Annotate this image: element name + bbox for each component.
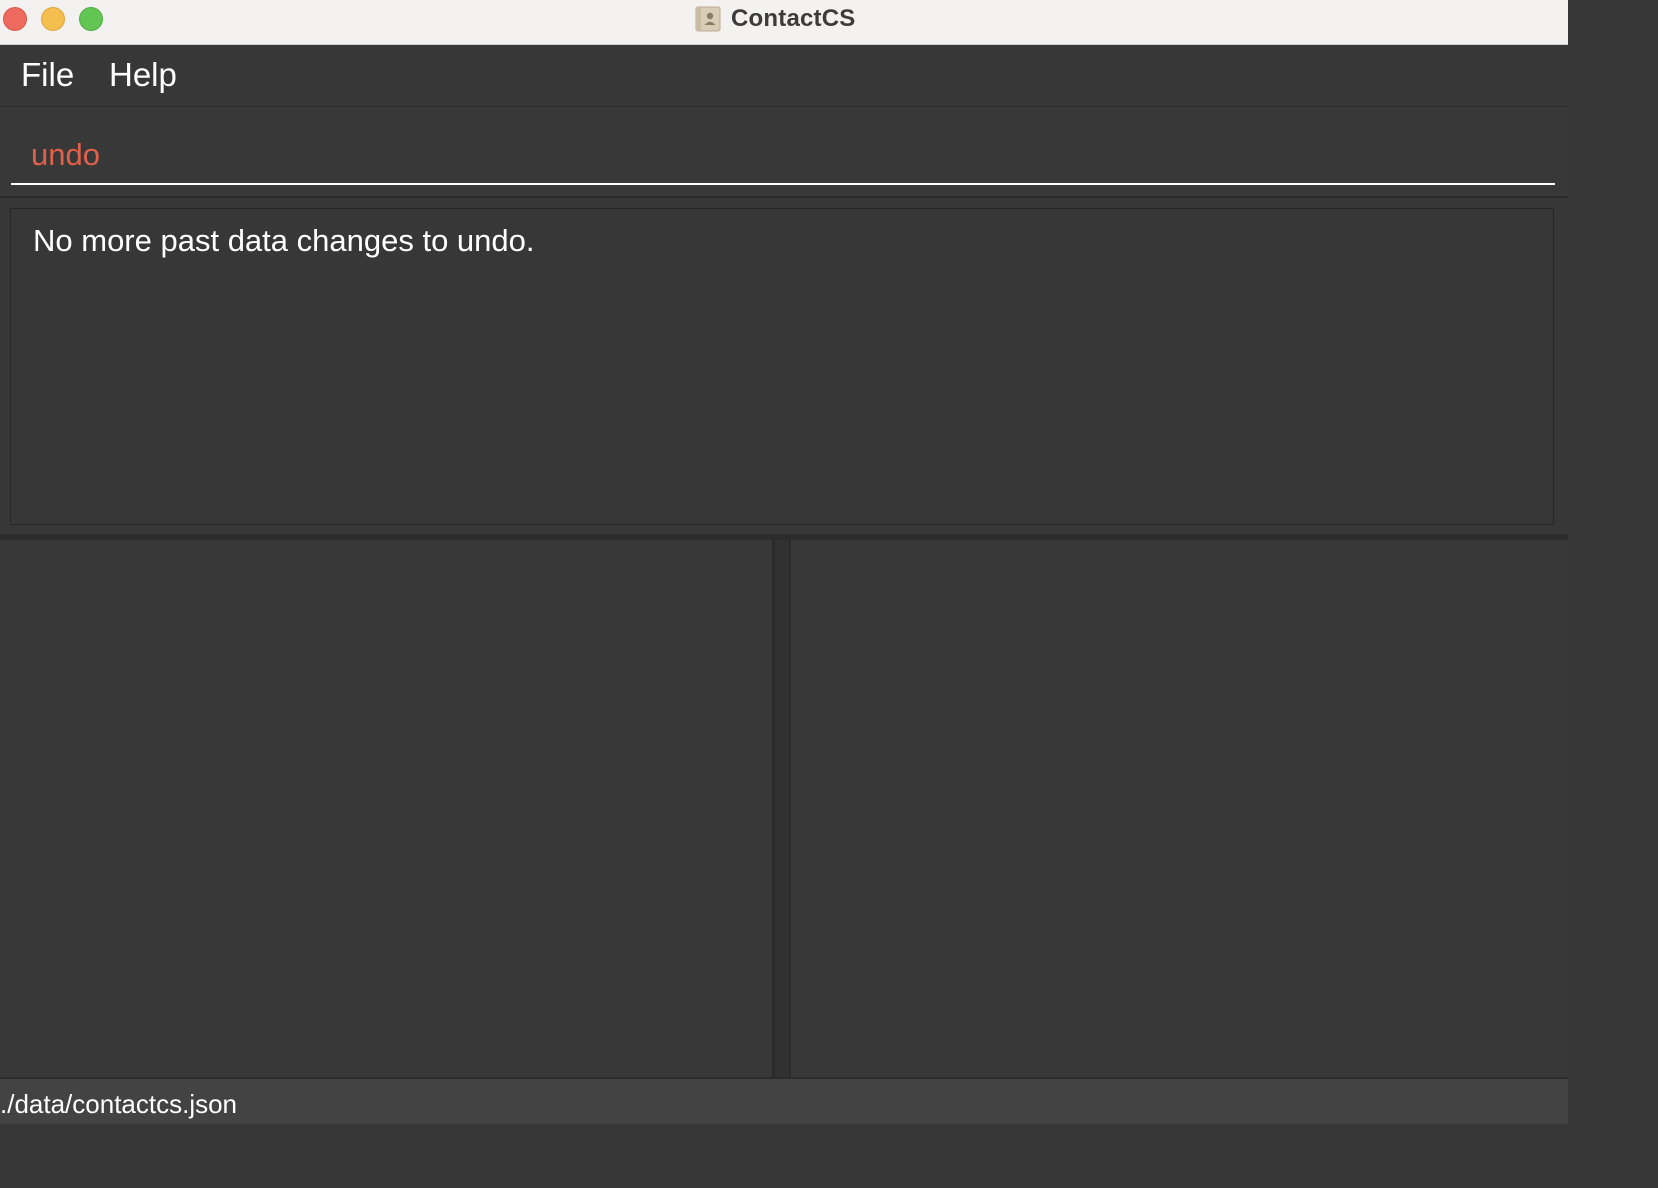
content-split-pane	[0, 536, 1568, 1078]
contact-list-panel[interactable]	[0, 540, 773, 1077]
result-message: No more past data changes to undo.	[33, 223, 535, 258]
result-display-container: No more past data changes to undo.	[0, 198, 1568, 536]
window-title-group: ContactCS	[695, 4, 855, 34]
window-title: ContactCS	[731, 5, 856, 32]
save-location-path: ./data/contactcs.json	[0, 1089, 238, 1119]
command-box	[0, 107, 1568, 198]
split-pane-divider[interactable]	[773, 540, 791, 1077]
close-window-button[interactable]	[3, 7, 27, 31]
command-input[interactable]	[11, 107, 1555, 185]
contacts-book-icon	[695, 6, 721, 32]
title-bar: ContactCS	[0, 0, 1568, 45]
menu-help[interactable]: Help	[109, 56, 177, 94]
contact-detail-panel[interactable]	[791, 540, 1568, 1077]
menu-file[interactable]: File	[21, 56, 74, 94]
minimize-window-button[interactable]	[41, 7, 65, 31]
maximize-window-button[interactable]	[79, 7, 103, 31]
result-display[interactable]: No more past data changes to undo.	[10, 208, 1554, 525]
status-bar: ./data/contactcs.json	[0, 1078, 1568, 1124]
menu-bar: File Help	[0, 46, 1568, 107]
